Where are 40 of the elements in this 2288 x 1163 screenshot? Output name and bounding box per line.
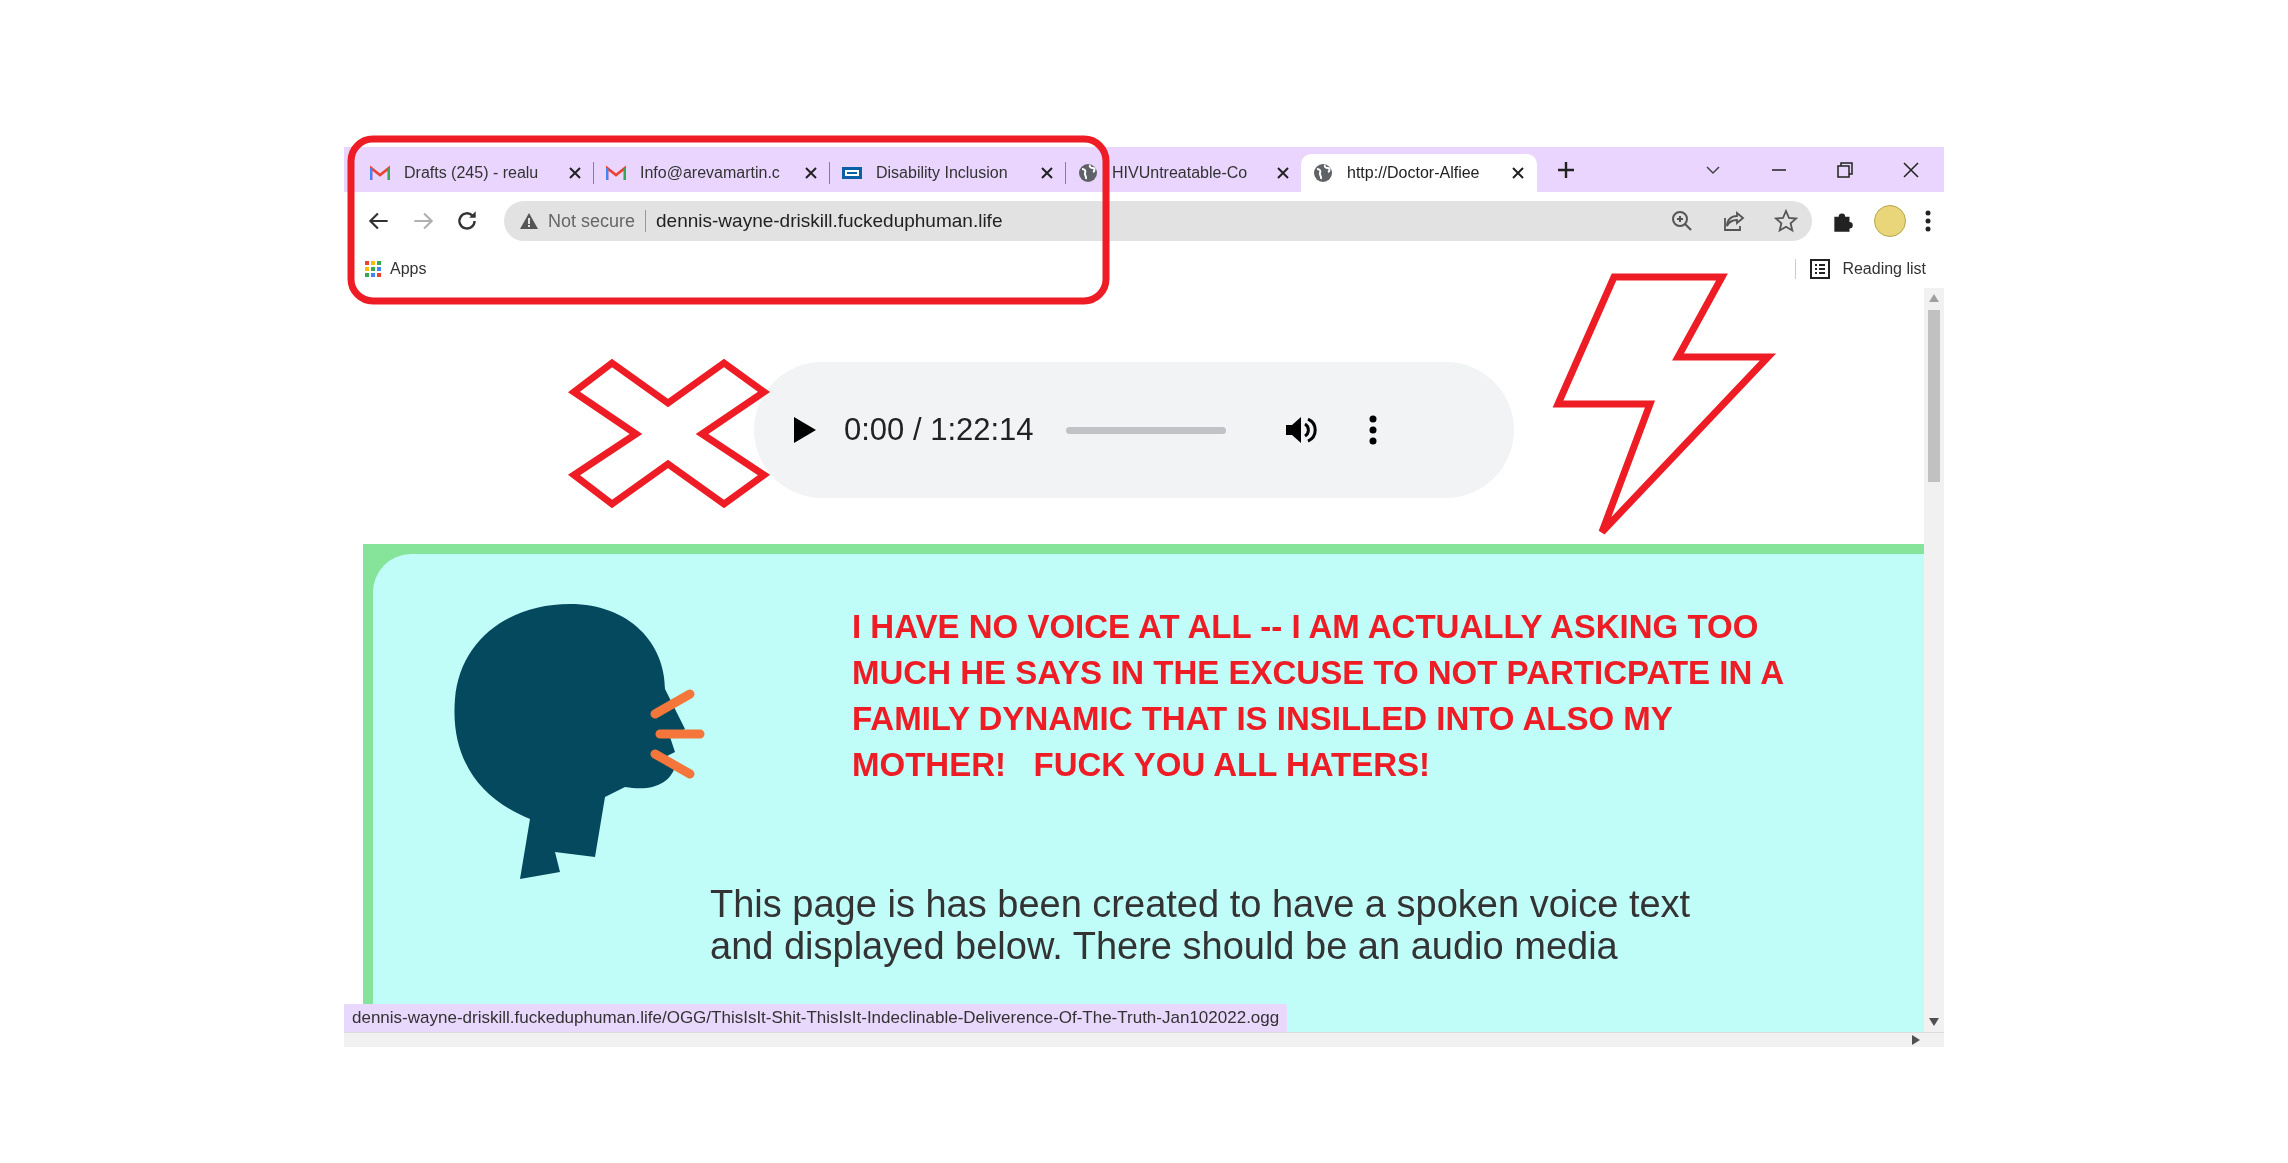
status-bar-url: dennis-wayne-driskill.fuckeduphuman.life/OGG/ThisIsIt-Shit-ThisIsIt-Indeclinable-Deliverence-Of-The-Truth-Jan102022.ogg — [344, 1004, 1288, 1032]
scroll-thumb[interactable] — [1928, 310, 1940, 482]
body-paragraph: This page is has been created to have a spoken voice text and displayed below. There should be an audio media — [710, 883, 1691, 967]
heading-text: I HAVE NO VOICE AT ALL -- I AM ACTUALLY ASKING TOO MUCH HE SAYS IN THE EXCUSE TO NOT PARTICPATE IN A FAMILY DYNAMIC THAT IS INSILLED INTO ALSO MY MOTHER! FUCK YOU ALL HATERS! — [852, 607, 1786, 785]
browser-tab[interactable]: Drafts (245) - realu — [358, 154, 594, 192]
bookmark-link[interactable]: Apps — [390, 260, 427, 278]
restore-icon[interactable] — [1836, 160, 1854, 179]
browser-tab[interactable]: Info@arevamartin.c — [594, 154, 830, 192]
new-tab-icon[interactable] — [1556, 159, 1576, 180]
star-icon[interactable] — [1774, 209, 1798, 233]
globe-icon — [1313, 163, 1333, 183]
browser-tab[interactable]: HIVUntreatable-Co — [1066, 154, 1302, 192]
time-display: 0:00 / 1:22:14 — [844, 412, 1034, 448]
share-icon[interactable] — [1722, 209, 1746, 233]
progress-track[interactable] — [1065, 426, 1226, 434]
list-icon[interactable] — [1810, 259, 1831, 279]
apps-grid-icon[interactable] — [364, 260, 382, 278]
browser-tab[interactable]: http://Doctor-Alfiee — [1301, 154, 1537, 192]
browser-tab[interactable]: Disability Inclusion — [830, 154, 1066, 192]
close-icon[interactable] — [1511, 166, 1525, 180]
close-icon[interactable] — [804, 166, 818, 180]
address-bar[interactable]: Not secure dennis-wayne-driskill.fuckeduphuman.life — [504, 201, 1812, 241]
scroll-down-icon[interactable] — [1929, 1018, 1939, 1026]
warning-icon — [520, 213, 538, 229]
close-icon[interactable] — [1040, 166, 1054, 180]
reading-list-button[interactable]: Reading list — [1842, 260, 1926, 278]
vertical-scrollbar[interactable] — [1924, 288, 1944, 1032]
play-icon[interactable] — [794, 417, 816, 443]
security-label: Not secure — [548, 210, 636, 232]
mail-icon — [370, 163, 390, 183]
more-options-icon[interactable] — [1367, 415, 1378, 445]
scroll-right-icon[interactable] — [1912, 1035, 1920, 1045]
zoom-icon[interactable] — [1670, 209, 1694, 233]
close-icon[interactable] — [1902, 160, 1920, 179]
mail-icon — [606, 163, 626, 183]
menu-icon[interactable] — [1924, 209, 1932, 233]
close-icon[interactable] — [568, 166, 582, 180]
globe-icon — [1078, 163, 1098, 183]
close-icon[interactable] — [1276, 166, 1290, 180]
url-text: dennis-wayne-driskill.fuckeduphuman.life — [656, 210, 1004, 232]
